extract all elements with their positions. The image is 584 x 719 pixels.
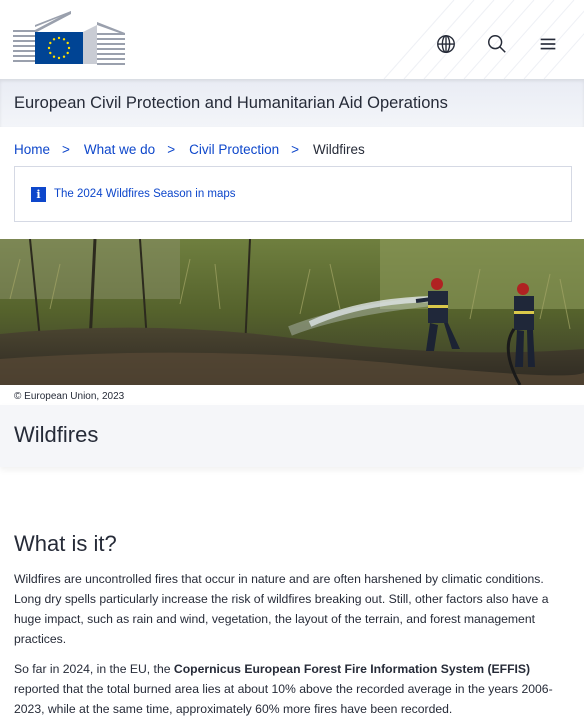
- breadcrumb-what-we-do[interactable]: What we do: [84, 142, 155, 157]
- breadcrumb-separator: >: [167, 142, 176, 157]
- breadcrumb-civil-protection[interactable]: Civil Protection: [189, 142, 279, 157]
- breadcrumb-separator: >: [62, 142, 70, 157]
- eu-flag: [35, 32, 83, 64]
- search-icon[interactable]: [486, 33, 508, 55]
- breadcrumb: Home > What we do > Civil Protection > Wildfir…: [14, 142, 365, 157]
- hero-image: [0, 239, 584, 385]
- effis-paragraph: So far in 2024, in the EU, the Copernicu…: [14, 659, 574, 719]
- globe-icon[interactable]: [435, 33, 457, 55]
- intro-paragraph: Wildfires are uncontrolled fires that oc…: [14, 572, 549, 646]
- info-icon: i: [31, 187, 46, 202]
- image-copyright: © European Union, 2023: [14, 391, 125, 402]
- site-name[interactable]: European Civil Protection and Humanitari…: [14, 94, 448, 113]
- wildfire-season-maps-link[interactable]: The 2024 Wildfires Season in maps: [54, 188, 236, 200]
- site-header: [0, 0, 584, 79]
- breadcrumb-home[interactable]: Home: [14, 142, 50, 157]
- breadcrumb-separator: >: [291, 142, 300, 157]
- effis-name: Copernicus European Forest Fire Informat…: [173, 662, 531, 676]
- info-box: i The 2024 Wildfires Season in maps: [14, 166, 572, 222]
- paragraph-text: reported that the total burned area lies…: [14, 682, 553, 716]
- page-title: Wildfires: [14, 422, 99, 447]
- breadcrumb-current: Wildfires: [313, 142, 365, 157]
- site-name-bar: European Civil Protection and Humanitari…: [0, 79, 584, 127]
- page-title-panel: Wildfires: [0, 405, 584, 467]
- paragraph-text: So far in 2024, in the EU, the: [14, 662, 174, 676]
- ec-logo[interactable]: [13, 11, 128, 67]
- section-title: What is it?: [14, 531, 117, 556]
- menu-icon[interactable]: [537, 33, 559, 55]
